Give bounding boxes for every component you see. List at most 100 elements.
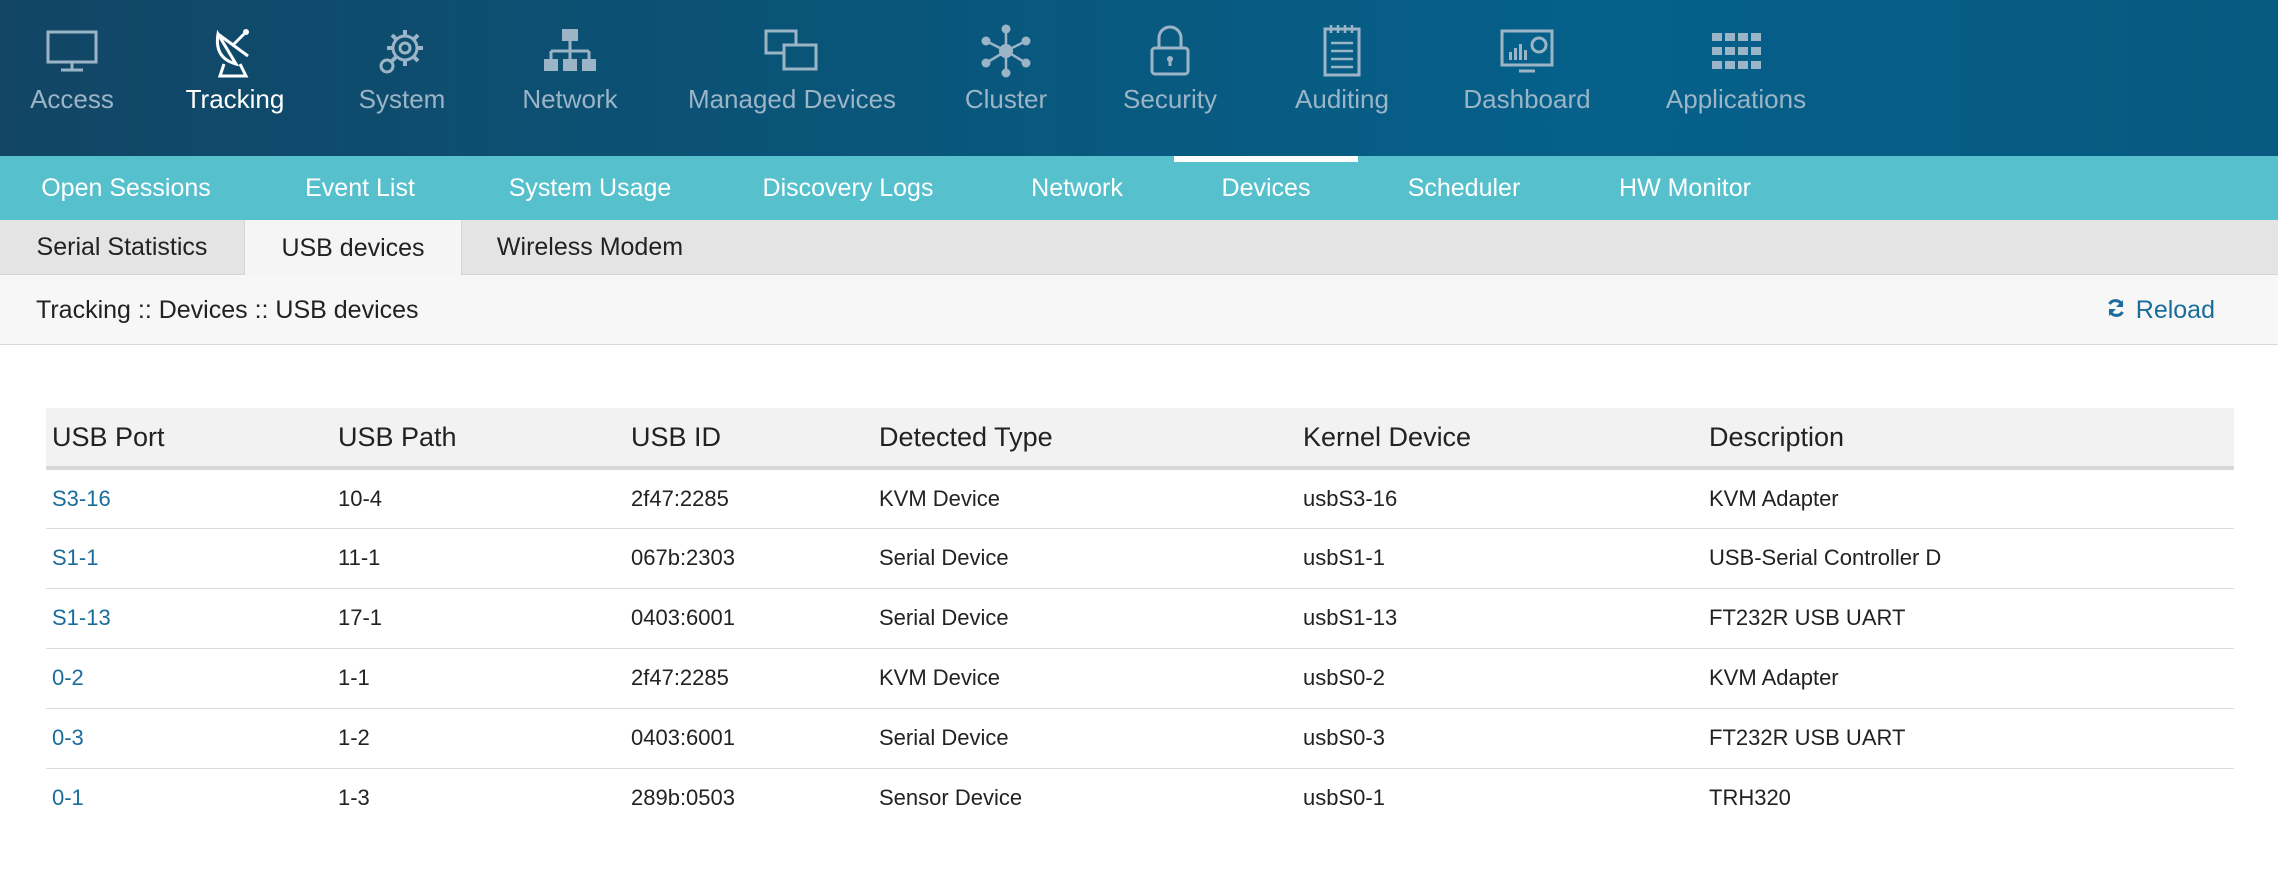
usb-path-cell: 11-1 (338, 545, 381, 570)
breadcrumb: Tracking :: Devices :: USB devices (36, 295, 419, 324)
tab-serial-statistics[interactable]: Serial Statistics (0, 220, 244, 275)
nav-label: Auditing (1295, 84, 1389, 114)
nav-cluster[interactable]: Cluster (956, 0, 1056, 156)
table-row: 0-1 1-3 289b:0503 Sensor Device usbS0-1 … (46, 768, 2234, 828)
table-row: 0-3 1-2 0403:6001 Serial Device usbS0-3 … (46, 708, 2234, 768)
nav-label: Cluster (964, 84, 1048, 114)
usb-port-link[interactable]: 0-1 (46, 768, 332, 828)
tab-wireless-modem[interactable]: Wireless Modem (462, 220, 718, 275)
kernel-device-cell: usbS0-2 (1303, 665, 1385, 690)
network-tree-icon (540, 24, 600, 78)
nav-applications[interactable]: Applications (1666, 0, 1806, 156)
usb-id-cell: 2f47:2285 (631, 485, 729, 511)
usb-port-link[interactable]: S1-13 (46, 588, 332, 648)
usb-port-link[interactable]: S1-1 (46, 528, 332, 588)
usb-path-cell: 1-1 (338, 665, 370, 690)
tab-open-sessions[interactable]: Open Sessions (20, 156, 232, 220)
description-cell: FT232R USB UART (1709, 725, 1906, 750)
tab-event-list[interactable]: Event List (290, 156, 430, 220)
table-row: 0-2 1-1 2f47:2285 KVM Device usbS0-2 KVM… (46, 648, 2234, 708)
nav-label: Security (1123, 84, 1217, 114)
top-navigation: Access Tracking System Network Managed D… (0, 0, 2278, 156)
column-header-usb-path: USB Path (338, 421, 457, 452)
refresh-icon (2106, 296, 2126, 325)
detected-type-cell: Serial Device (879, 545, 1009, 570)
usb-id-cell: 0403:6001 (631, 725, 735, 750)
tertiary-tabs: Serial Statistics USB devices Wireless M… (0, 220, 2278, 276)
description-cell: FT232R USB UART (1709, 605, 1906, 630)
usb-id-cell: 2f47:2285 (631, 665, 729, 690)
description-cell: USB-Serial Controller D (1709, 545, 1942, 570)
reload-button[interactable]: Reload (2106, 275, 2215, 345)
breadcrumb-bar: Tracking :: Devices :: USB devices Reloa… (0, 275, 2278, 345)
kernel-device-cell: usbS1-1 (1303, 545, 1385, 570)
table-row: S1-13 17-1 0403:6001 Serial Device usbS1… (46, 588, 2234, 648)
nav-label: Access (30, 84, 114, 114)
detected-type-cell: Serial Device (879, 605, 1009, 630)
usb-id-cell: 289b:0503 (631, 785, 735, 811)
nav-access[interactable]: Access (22, 0, 122, 156)
secondary-navigation: Open Sessions Event List System Usage Di… (0, 156, 2278, 220)
monitor-icon (42, 24, 102, 78)
detected-type-cell: KVM Device (879, 485, 1001, 511)
usb-path-cell: 1-2 (338, 725, 370, 750)
tab-discovery-logs[interactable]: Discovery Logs (750, 156, 946, 220)
grid-apps-icon (1706, 24, 1766, 78)
windows-stack-icon (762, 24, 822, 78)
nav-label: Applications (1665, 84, 1807, 114)
notepad-icon (1312, 24, 1372, 78)
nav-label: System (358, 84, 446, 114)
detected-type-cell: KVM Device (879, 665, 1001, 690)
tab-scheduler[interactable]: Scheduler (1396, 156, 1532, 220)
nav-system[interactable]: System (352, 0, 452, 156)
gear-icon (372, 24, 432, 78)
dashboard-chart-icon (1497, 24, 1557, 78)
usb-id-cell: 067b:2303 (631, 545, 735, 570)
usb-port-link[interactable]: 0-2 (46, 648, 332, 708)
kernel-device-cell: usbS1-13 (1303, 605, 1398, 630)
description-cell: KVM Adapter (1709, 665, 1839, 690)
usb-path-cell: 10-4 (338, 485, 383, 511)
table-row: S1-1 11-1 067b:2303 Serial Device usbS1-… (46, 528, 2234, 588)
lock-icon (1140, 24, 1200, 78)
nav-label: Network (522, 84, 618, 114)
column-header-usb-id: USB ID (631, 421, 722, 452)
nav-managed-devices[interactable]: Managed Devices (688, 0, 896, 156)
nav-auditing[interactable]: Auditing (1282, 0, 1402, 156)
satellite-dish-icon (205, 24, 265, 78)
detected-type-cell: Serial Device (879, 725, 1009, 750)
table-header-row: USB Port USB Path USB ID Detected Type K… (46, 408, 2234, 468)
nav-label: Managed Devices (687, 84, 897, 114)
description-cell: TRH320 (1709, 785, 1791, 811)
usb-path-cell: 17-1 (338, 605, 383, 630)
usb-path-cell: 1-3 (338, 785, 370, 811)
usb-port-link[interactable]: S3-16 (46, 468, 332, 528)
cluster-hub-icon (976, 24, 1036, 78)
nav-dashboard[interactable]: Dashboard (1462, 0, 1592, 156)
nav-label: Dashboard (1463, 84, 1591, 114)
tab-hw-monitor[interactable]: HW Monitor (1600, 156, 1770, 220)
kernel-device-cell: usbS0-3 (1303, 725, 1385, 750)
nav-label: Tracking (185, 84, 285, 114)
nav-network[interactable]: Network (515, 0, 625, 156)
kernel-device-cell: usbS0-1 (1303, 785, 1385, 811)
reload-label: Reload (2135, 295, 2215, 324)
column-header-detected-type: Detected Type (879, 421, 1053, 452)
column-header-description: Description (1709, 421, 1845, 452)
nav-security[interactable]: Security (1120, 0, 1220, 156)
column-header-usb-port: USB Port (52, 421, 165, 452)
usb-devices-table: USB Port USB Path USB ID Detected Type K… (46, 408, 2234, 828)
kernel-device-cell: usbS3-16 (1303, 485, 1398, 511)
usb-id-cell: 0403:6001 (631, 605, 735, 630)
nav-tracking[interactable]: Tracking (180, 0, 290, 156)
usb-devices-table-container: USB Port USB Path USB ID Detected Type K… (46, 408, 2234, 828)
table-row: S3-16 10-4 2f47:2285 KVM Device usbS3-16… (46, 468, 2234, 528)
usb-port-link[interactable]: 0-3 (46, 708, 332, 768)
tab-network[interactable]: Network (1010, 156, 1144, 220)
column-header-kernel-device: Kernel Device (1303, 421, 1472, 452)
tab-devices[interactable]: Devices (1174, 156, 1358, 220)
detected-type-cell: Sensor Device (879, 785, 1023, 811)
tab-system-usage[interactable]: System Usage (500, 156, 680, 220)
description-cell: KVM Adapter (1709, 485, 1839, 511)
tab-usb-devices[interactable]: USB devices (244, 220, 462, 276)
